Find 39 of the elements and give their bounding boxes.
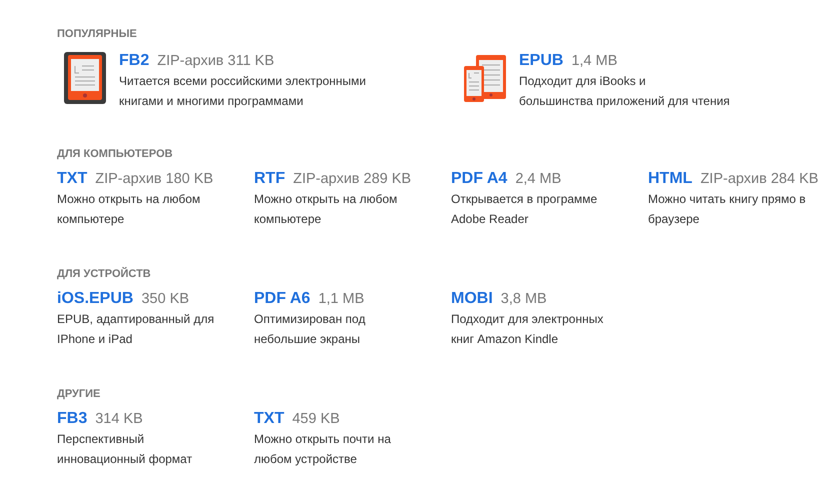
format-link[interactable]: EPUB xyxy=(519,52,564,70)
file-size: 350 KB xyxy=(141,291,190,307)
format-description: EPUB, адаптированный для IPhone и iPad xyxy=(57,311,216,348)
file-size: 2,4 MB xyxy=(515,171,562,187)
file-size: ZIP-архив 284 KB xyxy=(700,171,818,187)
format-link[interactable]: TXT xyxy=(57,170,88,188)
file-size: 459 KB xyxy=(292,411,340,427)
format-description: Оптимизирован под небольшие экраны xyxy=(254,311,366,348)
section-heading: ДРУГИЕ xyxy=(57,388,100,402)
tablets-icon xyxy=(464,52,506,104)
format-description: Читается всеми российскими электронными книгами и многими программами xyxy=(119,73,367,110)
format-link[interactable]: FB3 xyxy=(57,410,88,428)
format-link[interactable]: TXT xyxy=(254,410,284,428)
section-heading: ДЛЯ УСТРОЙСТВ xyxy=(57,268,151,282)
ereader-icon xyxy=(64,52,106,104)
format-link[interactable]: MOBI xyxy=(451,290,493,308)
file-size: ZIP-архив 311 KB xyxy=(157,53,274,69)
format-link[interactable]: RTF xyxy=(254,170,286,188)
format-description: Перспективный инновационный формат xyxy=(57,431,194,468)
section-heading: ДЛЯ КОМПЬЮТЕРОВ xyxy=(57,148,173,162)
file-size: 314 KB xyxy=(95,411,143,427)
section-heading: ПОПУЛЯРНЫЕ xyxy=(57,28,137,42)
file-size: 1,1 MB xyxy=(318,291,364,307)
format-description: Можно открыть на любом компьютере xyxy=(254,191,398,228)
format-description: Открывается в программе Adobe Reader xyxy=(451,191,598,228)
format-link[interactable]: PDF A6 xyxy=(254,290,310,308)
format-description: Подходит для электронных книг Amazon Kindle xyxy=(451,311,604,348)
format-link[interactable]: PDF A4 xyxy=(451,170,508,188)
format-link[interactable]: FB2 xyxy=(119,52,150,70)
format-link[interactable]: HTML xyxy=(648,170,692,188)
file-size: 1,4 MB xyxy=(571,53,618,69)
format-description: Можно открыть почти на любом устройстве xyxy=(254,431,392,468)
format-description: Можно читать книгу прямо в браузере xyxy=(648,191,807,228)
format-description: Подходит для iBooks и большинства приложений для чтения xyxy=(519,73,731,110)
file-size: ZIP-архив 289 KB xyxy=(293,171,412,187)
file-size: 3,8 MB xyxy=(500,291,547,307)
file-size: ZIP-архив 180 KB xyxy=(95,171,214,187)
format-description: Можно открыть на любом компьютере xyxy=(57,191,202,228)
format-link[interactable]: iOS.EPUB xyxy=(57,290,134,308)
